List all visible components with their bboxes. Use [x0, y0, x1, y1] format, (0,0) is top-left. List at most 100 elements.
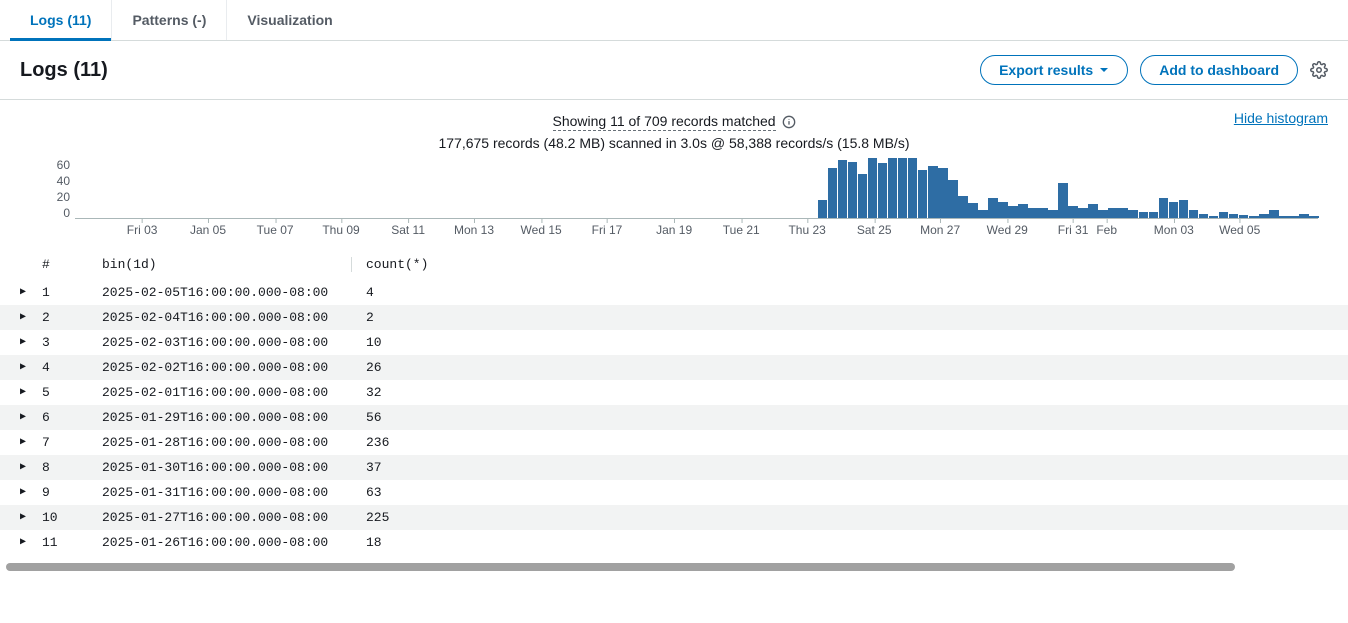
col-idx[interactable]: # — [42, 257, 102, 272]
histogram-bar[interactable] — [958, 196, 968, 218]
table-header: # bin(1d) count(*) — [0, 249, 1348, 280]
tab-visualization[interactable]: Visualization — [227, 0, 352, 40]
table-row[interactable]: ▶42025-02-02T16:00:00.000-08:0026 — [0, 355, 1348, 380]
histogram-bar[interactable] — [978, 210, 988, 218]
histogram-bar[interactable] — [898, 158, 908, 218]
histogram-bar[interactable] — [818, 200, 828, 218]
gear-icon[interactable] — [1310, 61, 1328, 79]
histogram-bar[interactable] — [1259, 214, 1269, 218]
x-tick: Thu 23 — [788, 223, 825, 237]
histogram-bar[interactable] — [1309, 216, 1319, 218]
histogram-bar[interactable] — [1179, 200, 1189, 218]
histogram-bar[interactable] — [1209, 216, 1219, 218]
histogram-bar[interactable] — [838, 160, 848, 218]
row-bin: 2025-01-26T16:00:00.000-08:00 — [102, 535, 352, 550]
table-row[interactable]: ▶22025-02-04T16:00:00.000-08:002 — [0, 305, 1348, 330]
expand-icon[interactable]: ▶ — [20, 386, 42, 398]
x-tick: Mon 03 — [1154, 223, 1194, 237]
header: Logs (11) Export results Add to dashboar… — [0, 41, 1348, 100]
col-count[interactable]: count(*) — [352, 257, 1328, 272]
expand-icon[interactable]: ▶ — [20, 411, 42, 423]
histogram-bar[interactable] — [1279, 216, 1289, 218]
histogram-bar[interactable] — [1219, 212, 1229, 218]
tab-patterns[interactable]: Patterns (-) — [112, 0, 227, 40]
expand-icon[interactable]: ▶ — [20, 461, 42, 473]
expand-icon[interactable]: ▶ — [20, 361, 42, 373]
row-bin: 2025-01-27T16:00:00.000-08:00 — [102, 510, 352, 525]
histogram-bar[interactable] — [1269, 210, 1279, 218]
tab-logs[interactable]: Logs (11) — [10, 0, 112, 40]
row-index: 3 — [42, 335, 102, 350]
histogram-bar[interactable] — [938, 168, 948, 218]
table-row[interactable]: ▶52025-02-01T16:00:00.000-08:0032 — [0, 380, 1348, 405]
expand-icon[interactable]: ▶ — [20, 536, 42, 548]
histogram-bar[interactable] — [1008, 206, 1018, 218]
add-to-dashboard-button[interactable]: Add to dashboard — [1140, 55, 1298, 85]
scroll-thumb[interactable] — [6, 563, 1235, 571]
histogram-bar[interactable] — [1299, 214, 1309, 218]
row-bin: 2025-02-04T16:00:00.000-08:00 — [102, 310, 352, 325]
table-row[interactable]: ▶62025-01-29T16:00:00.000-08:0056 — [0, 405, 1348, 430]
histogram-bar[interactable] — [1058, 183, 1068, 218]
histogram-bar[interactable] — [1199, 214, 1209, 218]
export-results-button[interactable]: Export results — [980, 55, 1128, 85]
histogram-bar[interactable] — [1108, 208, 1118, 218]
expand-icon[interactable]: ▶ — [20, 336, 42, 348]
info-icon[interactable] — [782, 115, 796, 129]
histogram-bar[interactable] — [1078, 208, 1088, 218]
histogram-bar[interactable] — [1018, 204, 1028, 218]
histogram-bar[interactable] — [1128, 210, 1138, 218]
expand-icon[interactable]: ▶ — [20, 436, 42, 448]
histogram-bar[interactable] — [918, 170, 928, 218]
histogram-bar[interactable] — [1159, 198, 1169, 218]
histogram-bar[interactable] — [1118, 208, 1128, 218]
histogram-bar[interactable] — [1139, 212, 1149, 218]
histogram-bar[interactable] — [1239, 215, 1249, 218]
row-count: 37 — [352, 460, 1328, 475]
export-results-label: Export results — [999, 62, 1093, 78]
horizontal-scrollbar[interactable] — [6, 563, 1342, 573]
table-row[interactable]: ▶12025-02-05T16:00:00.000-08:004 — [0, 280, 1348, 305]
table-row[interactable]: ▶92025-01-31T16:00:00.000-08:0063 — [0, 480, 1348, 505]
table-row[interactable]: ▶112025-01-26T16:00:00.000-08:0018 — [0, 530, 1348, 555]
expand-icon[interactable]: ▶ — [20, 511, 42, 523]
table-row[interactable]: ▶32025-02-03T16:00:00.000-08:0010 — [0, 330, 1348, 355]
histogram-bar[interactable] — [1038, 208, 1048, 218]
histogram-bar[interactable] — [998, 202, 1008, 218]
histogram-bar[interactable] — [828, 168, 838, 218]
histogram-bar[interactable] — [848, 162, 858, 218]
histogram-bar[interactable] — [868, 158, 878, 218]
row-index: 9 — [42, 485, 102, 500]
row-index: 10 — [42, 510, 102, 525]
col-bin[interactable]: bin(1d) — [102, 257, 352, 272]
hide-histogram-link[interactable]: Hide histogram — [1234, 110, 1328, 126]
histogram-bar[interactable] — [858, 174, 868, 218]
histogram-bar[interactable] — [878, 163, 888, 218]
plot-area — [75, 159, 1318, 219]
table-row[interactable]: ▶72025-01-28T16:00:00.000-08:00236 — [0, 430, 1348, 455]
histogram-bar[interactable] — [1189, 210, 1199, 218]
histogram-bar[interactable] — [1229, 214, 1239, 218]
histogram-bar[interactable] — [928, 166, 938, 218]
histogram-bar[interactable] — [1289, 216, 1299, 218]
histogram-bar[interactable] — [988, 198, 998, 218]
histogram-bar[interactable] — [1249, 216, 1259, 218]
table-row[interactable]: ▶82025-01-30T16:00:00.000-08:0037 — [0, 455, 1348, 480]
expand-icon[interactable]: ▶ — [20, 286, 42, 298]
histogram-bar[interactable] — [1028, 208, 1038, 218]
table-row[interactable]: ▶102025-01-27T16:00:00.000-08:00225 — [0, 505, 1348, 530]
row-index: 2 — [42, 310, 102, 325]
histogram-bar[interactable] — [908, 158, 918, 218]
histogram-bar[interactable] — [888, 158, 898, 218]
histogram-bar[interactable] — [1088, 204, 1098, 218]
histogram-bar[interactable] — [1068, 206, 1078, 218]
expand-icon[interactable]: ▶ — [20, 311, 42, 323]
histogram-bar[interactable] — [1149, 212, 1159, 218]
x-tick: Sat 25 — [857, 223, 892, 237]
histogram-bar[interactable] — [1048, 210, 1058, 218]
histogram-bar[interactable] — [948, 180, 958, 218]
histogram-bar[interactable] — [1098, 210, 1108, 218]
histogram-bar[interactable] — [968, 203, 978, 218]
expand-icon[interactable]: ▶ — [20, 486, 42, 498]
histogram-bar[interactable] — [1169, 202, 1179, 218]
